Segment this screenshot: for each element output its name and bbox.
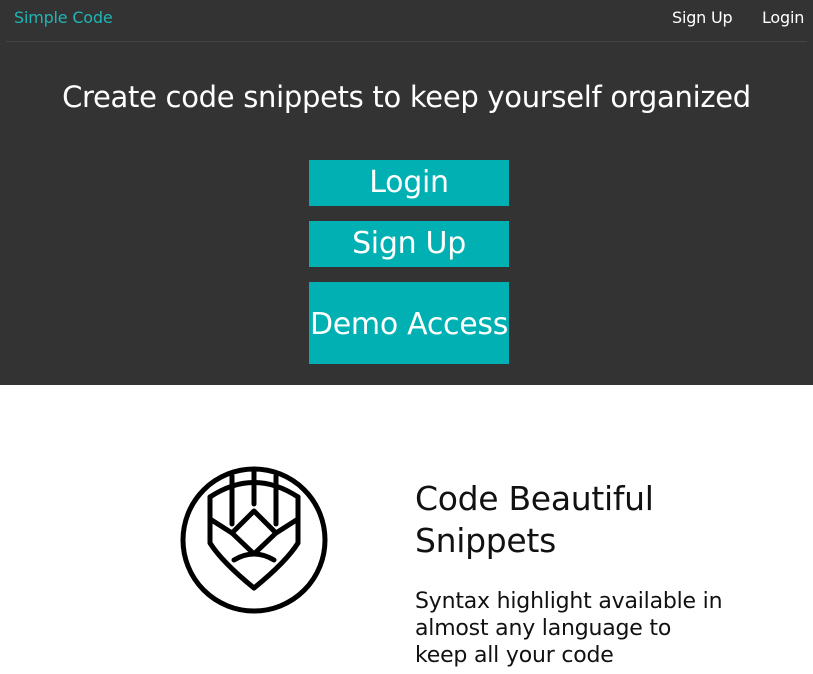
navbar: Simple Code Sign Up Login [0,0,813,40]
demo-access-button[interactable]: Demo Access [309,282,509,364]
nav-login-link[interactable]: Login [762,8,804,27]
nav-divider [6,41,807,42]
login-button[interactable]: Login [309,160,509,206]
hero-section: Simple Code Sign Up Login Create code sn… [0,0,813,385]
pencil-circle-icon [180,466,328,614]
nav-signup-link[interactable]: Sign Up [672,8,733,27]
feature-description: Syntax highlight available in almost any… [415,589,723,668]
brand-link[interactable]: Simple Code [14,8,113,27]
hero-title: Create code snippets to keep yourself or… [62,80,751,114]
feature-title: Code Beautiful Snippets [415,479,654,560]
signup-button[interactable]: Sign Up [309,221,509,267]
